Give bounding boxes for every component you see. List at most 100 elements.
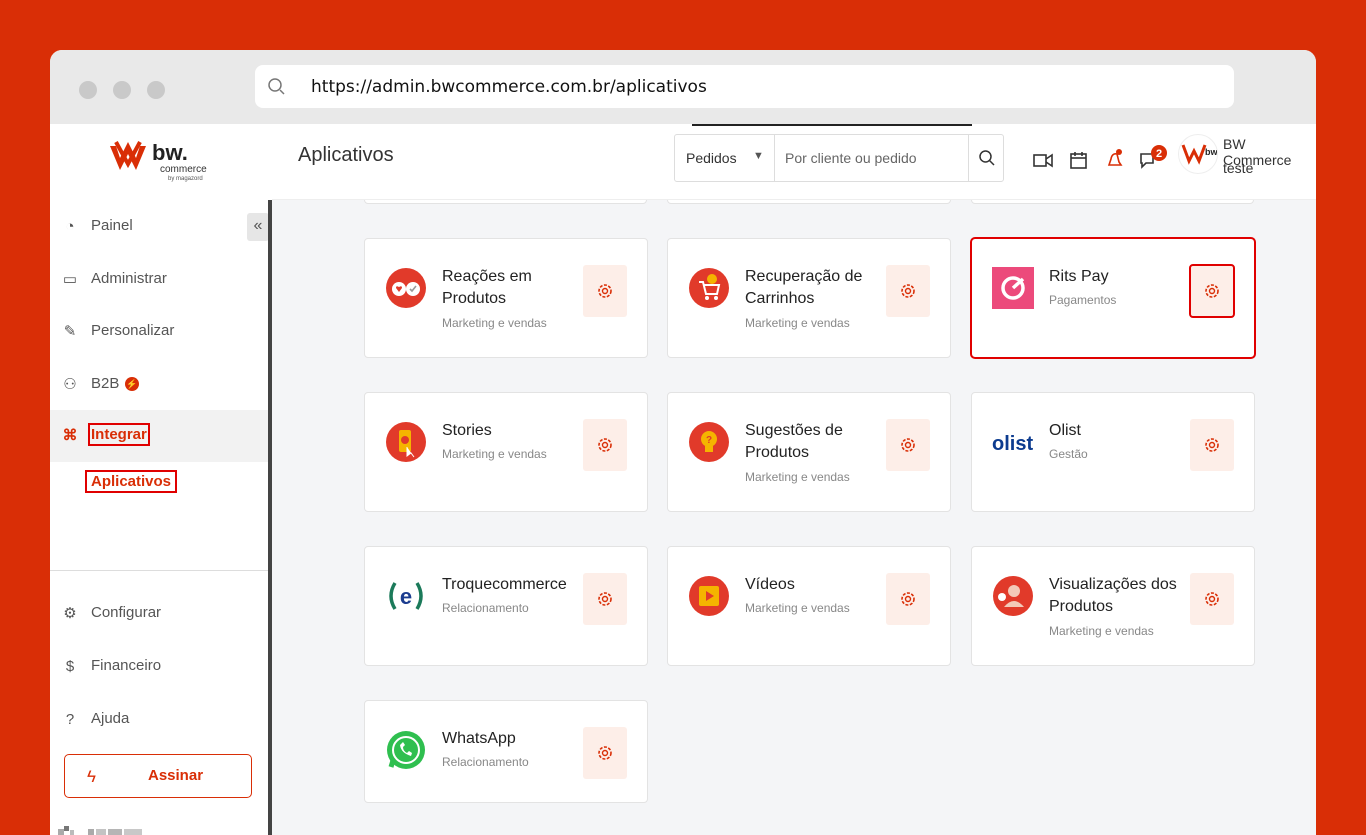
- window-dot[interactable]: [79, 81, 97, 99]
- calendar-icon[interactable]: [1068, 149, 1090, 171]
- app-card-videos[interactable]: Vídeos Marketing e vendas: [667, 546, 951, 666]
- sidebar-item-label: Configurar: [91, 604, 162, 621]
- sidebar-item-label: Painel: [91, 217, 133, 234]
- gear-icon: [901, 592, 915, 606]
- app-settings-button[interactable]: [583, 573, 627, 625]
- gear-icon: [901, 438, 915, 452]
- sidebar-item-label: Administrar: [91, 270, 167, 287]
- pencil-icon: ✎: [63, 323, 77, 340]
- sidebar-item-configurar[interactable]: ⚙ Configurar: [50, 588, 269, 640]
- app-card-stories[interactable]: Stories Marketing e vendas: [364, 392, 648, 512]
- app-settings-button[interactable]: [583, 265, 627, 317]
- app-name: Visualizações dos Produtos: [1049, 576, 1177, 615]
- help-icon: ?: [65, 711, 75, 728]
- brand-logo-small: bw.: [1181, 144, 1220, 165]
- app-settings-button[interactable]: [1190, 419, 1234, 471]
- sidebar-item-painel[interactable]: ◔ Painel: [50, 201, 269, 253]
- sidebar-item-label: Personalizar: [91, 322, 175, 339]
- app-settings-button[interactable]: [1189, 264, 1235, 318]
- lightning-icon: ϟ: [87, 767, 96, 786]
- apps-grid: Reações em Produtos Marketing e vendas R…: [272, 200, 1316, 835]
- sidebar-item-label: Ajuda: [91, 710, 130, 727]
- views-icon: [993, 576, 1033, 616]
- app-settings-button[interactable]: [1190, 573, 1234, 625]
- app-settings-button[interactable]: [886, 573, 930, 625]
- app-category: Relacionamento: [442, 601, 529, 615]
- sidebar-subitem-aplicativos[interactable]: Aplicativos: [84, 470, 178, 493]
- blurred-version-text: [58, 826, 142, 835]
- rits-pay-logo: [992, 267, 1034, 309]
- assinar-button[interactable]: ϟ Assinar: [64, 754, 252, 798]
- dollar-icon: $: [65, 658, 75, 675]
- gear-icon: [901, 284, 915, 298]
- app-settings-button[interactable]: [583, 419, 627, 471]
- app-name: Olist: [1049, 422, 1081, 439]
- app-card-whatsapp[interactable]: WhatsApp Relacionamento: [364, 700, 648, 803]
- caret-down-icon: ▼: [753, 150, 764, 162]
- sidebar-item-b2b[interactable]: ⚇ B2B ⚡: [50, 359, 269, 411]
- app-card-troquecommerce[interactable]: e Troquecommerce Relacionamento: [364, 546, 648, 666]
- sidebar-item-label: Financeiro: [91, 657, 162, 674]
- card-stub: [667, 200, 951, 204]
- card-stub: [364, 200, 647, 204]
- app-name: Rits Pay: [1049, 268, 1109, 285]
- app-name: Stories: [442, 422, 492, 439]
- sidebar-item-financeiro[interactable]: $ Financeiro: [50, 641, 269, 693]
- avatar[interactable]: bw.: [1178, 134, 1220, 174]
- svg-text:e: e: [400, 584, 412, 609]
- search-icon: [979, 150, 995, 166]
- app-card-reacoes[interactable]: Reações em Produtos Marketing e vendas: [364, 238, 648, 358]
- browser-chrome: https://admin.bwcommerce.com.br/aplicati…: [50, 50, 1316, 124]
- app-card-visualizacoes[interactable]: Visualizações dos Produtos Marketing e v…: [971, 546, 1255, 666]
- app-name: Troquecommerce: [442, 576, 567, 593]
- video-camera-icon[interactable]: [1032, 149, 1054, 171]
- sidebar-item-personalizar[interactable]: ✎ Personalizar: [50, 306, 269, 358]
- bell-icon[interactable]: [1104, 149, 1126, 171]
- sidebar-divider: [50, 570, 269, 571]
- app-category: Pagamentos: [1049, 293, 1117, 307]
- app-card-olist[interactable]: olist Olist Gestão: [971, 392, 1255, 512]
- svg-text:commerce: commerce: [160, 164, 207, 175]
- search-type-select[interactable]: Pedidos ▼: [675, 135, 775, 181]
- app-settings-button[interactable]: [886, 419, 930, 471]
- app-name: Sugestões de Produtos: [745, 422, 843, 461]
- search-input[interactable]: [775, 135, 968, 181]
- video-icon: [689, 576, 729, 616]
- app-category: Marketing e vendas: [745, 316, 850, 330]
- app-card-sugestoes[interactable]: ? Sugestões de Produtos Marketing e vend…: [667, 392, 951, 512]
- command-icon: ⌘: [62, 427, 78, 444]
- gear-icon: [1205, 284, 1219, 298]
- monitor-icon: ▭: [62, 271, 78, 288]
- troquecommerce-logo: e: [389, 582, 423, 610]
- gear-icon: [1205, 592, 1219, 606]
- app-name: WhatsApp: [442, 730, 516, 747]
- sidebar: bw. commerce by magazord « ◔ Painel ▭ Ad…: [50, 124, 270, 835]
- app-card-recuperacao[interactable]: Recuperação de Carrinhos Marketing e ven…: [667, 238, 951, 358]
- svg-text:by magazord: by magazord: [168, 176, 203, 182]
- sidebar-item-ajuda[interactable]: ? Ajuda: [50, 694, 269, 746]
- app-card-rits-pay[interactable]: Rits Pay Pagamentos: [970, 237, 1256, 359]
- app-name: Vídeos: [745, 576, 795, 593]
- sidebar-item-label: B2B: [91, 375, 120, 392]
- app-settings-button[interactable]: [583, 727, 627, 779]
- app-category: Relacionamento: [442, 755, 529, 769]
- address-bar[interactable]: https://admin.bwcommerce.com.br/aplicati…: [255, 65, 1234, 108]
- svg-text:olist: olist: [992, 433, 1033, 455]
- assinar-label: Assinar: [148, 767, 204, 784]
- page-title: Aplicativos: [298, 144, 394, 166]
- app-name: Recuperação de Carrinhos: [745, 268, 863, 307]
- search-button[interactable]: [968, 135, 1004, 181]
- app-settings-button[interactable]: [886, 265, 930, 317]
- window-dot[interactable]: [147, 81, 165, 99]
- brand-logo[interactable]: bw. commerce by magazord: [108, 136, 218, 182]
- window-dot[interactable]: [113, 81, 131, 99]
- sidebar-item-label: Integrar: [88, 423, 150, 446]
- gear-icon: [598, 284, 612, 298]
- users-icon: ⚇: [63, 376, 77, 393]
- sidebar-item-integrar[interactable]: ⌘ Integrar: [50, 410, 269, 462]
- app-category: Marketing e vendas: [442, 316, 547, 330]
- sidebar-item-administrar[interactable]: ▭ Administrar: [50, 254, 269, 306]
- whatsapp-icon: [387, 731, 425, 769]
- app-name: Reações em Produtos: [442, 268, 532, 307]
- active-indicator: [692, 124, 972, 126]
